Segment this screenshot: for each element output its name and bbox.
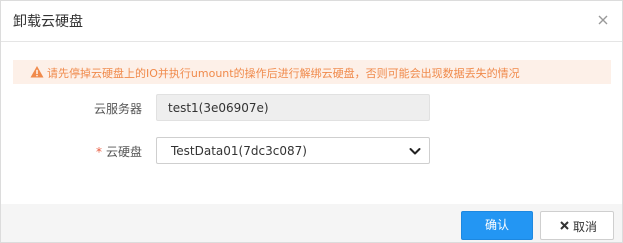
warning-text: 请先停掉云硬盘上的IO并执行umount的操作后进行解绑云硬盘，否则可能会出现数…	[47, 67, 520, 80]
warning-icon	[30, 66, 44, 78]
disk-label: * 云硬盘	[52, 143, 142, 160]
dialog-footer: 确认 取消	[1, 204, 622, 242]
dialog-header: 卸载云硬盘	[1, 1, 622, 42]
disk-label-text: 云硬盘	[105, 145, 142, 159]
unmount-disk-dialog: 卸载云硬盘 请先停掉云硬盘上的IO并执行umount的操作后进行解绑云硬盘，否则…	[0, 0, 623, 243]
confirm-button[interactable]: 确认	[461, 211, 533, 240]
warning-banner: 请先停掉云硬盘上的IO并执行umount的操作后进行解绑云硬盘，否则可能会出现数…	[13, 60, 611, 84]
disk-select[interactable]: TestData01(7dc3c087)	[156, 137, 430, 164]
close-icon	[560, 221, 569, 230]
required-mark: *	[95, 145, 102, 159]
cancel-button[interactable]: 取消	[540, 211, 614, 240]
cancel-label: 取消	[573, 220, 598, 234]
disk-select-value: TestData01(7dc3c087)	[171, 144, 307, 158]
server-label-text: 云服务器	[93, 102, 142, 116]
dialog-title: 卸载云硬盘	[13, 14, 83, 30]
server-field: test1(3e06907e)	[156, 94, 430, 121]
chevron-down-icon	[409, 148, 421, 155]
server-value: test1(3e06907e)	[168, 101, 269, 115]
close-icon[interactable]	[596, 13, 610, 27]
server-label: 云服务器	[52, 100, 142, 117]
